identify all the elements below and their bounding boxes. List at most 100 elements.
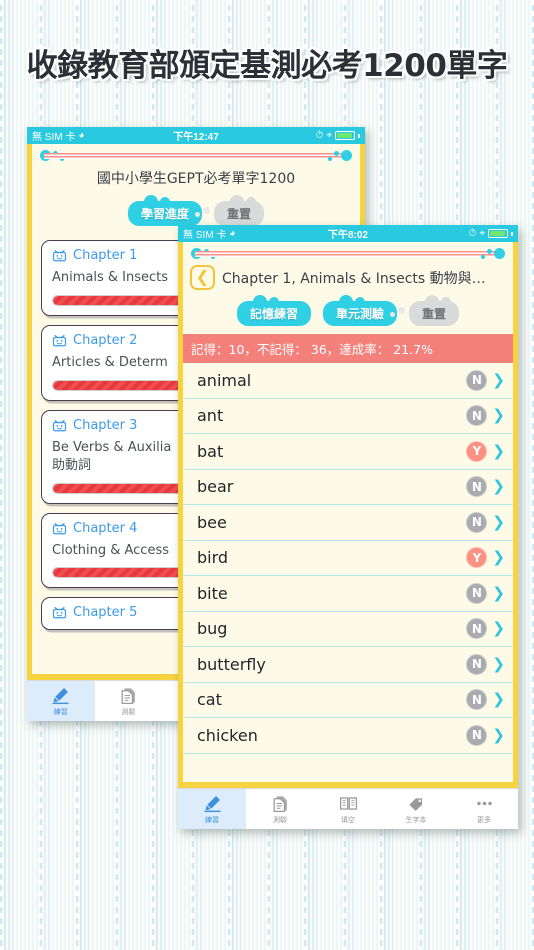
memorized-status-badge[interactable]: Y xyxy=(466,440,488,462)
memorized-status-badge[interactable]: N xyxy=(466,369,488,391)
tab-label: 練習 xyxy=(205,815,219,824)
word-row[interactable]: bear N ❯ xyxy=(183,470,513,505)
status-bar-left: 無 SIM 卡 ◕ 下午12:47 ⏱ ⌖ xyxy=(27,127,365,144)
tab-tag[interactable]: 生字本 xyxy=(382,789,450,829)
dot-icon xyxy=(328,157,332,161)
tab-pencil[interactable]: 練習 xyxy=(178,789,246,829)
navigation-row: ❮ Chapter 1, Animals & Insects 動物與… xyxy=(183,260,513,292)
word-text: animal xyxy=(197,370,252,390)
chapter-number: Chapter 5 xyxy=(73,605,138,621)
word-row[interactable]: ant N ❯ xyxy=(183,399,513,434)
book-icon xyxy=(339,796,357,810)
word-row[interactable]: butterfly N ❯ xyxy=(183,647,513,683)
word-row[interactable]: chicken N ❯ xyxy=(183,718,513,754)
status-bar-right: 無 SIM 卡 ◕ 下午8:02 ⏱ ⌖ xyxy=(178,225,518,242)
word-text: bug xyxy=(197,619,228,639)
tab-label: 更多 xyxy=(477,815,491,824)
memorized-status-badge[interactable]: N xyxy=(466,405,488,427)
status-summary: 記得：10，不記得： 36，達成率： 21.7% xyxy=(183,334,513,363)
word-row[interactable]: cat N ❯ xyxy=(183,683,513,718)
unit-test-button[interactable]: 單元測驗 xyxy=(322,295,397,326)
tab-label: 練習 xyxy=(53,707,68,716)
tv-icon xyxy=(52,607,67,619)
memorized-status-badge[interactable]: N xyxy=(466,724,488,746)
right-button-row: 記憶練習 單元測驗 重置 xyxy=(183,292,513,333)
screen-right: ❮ Chapter 1, Animals & Insects 動物與… 記憶練習… xyxy=(178,242,518,829)
word-text: bee xyxy=(197,512,227,532)
decorative-divider xyxy=(38,149,354,162)
chevron-right-icon[interactable]: ❯ xyxy=(492,479,505,494)
word-row[interactable]: bug N ❯ xyxy=(183,612,513,647)
chevron-right-icon[interactable]: ❯ xyxy=(492,657,505,672)
document-icon xyxy=(273,795,287,812)
memorized-status-badge[interactable]: N xyxy=(466,476,488,498)
reset-button-label: 重置 xyxy=(422,307,447,321)
tab-bar-right[interactable]: 練習 測驗 填空 生字本 更多 xyxy=(178,788,518,829)
dot-icon xyxy=(341,150,352,161)
chapter-number: Chapter 3 xyxy=(73,417,138,433)
word-text: ant xyxy=(197,406,224,426)
word-row[interactable]: bite N ❯ xyxy=(183,576,513,612)
reset-button[interactable]: 重置 xyxy=(390,295,460,326)
chevron-right-icon[interactable]: ❯ xyxy=(492,621,505,636)
app-title: 國中小學生GEPT必考單字1200 xyxy=(96,171,296,187)
chevron-right-icon[interactable]: ❯ xyxy=(492,515,505,530)
cloud-puff-icon xyxy=(195,212,200,217)
cloud-puff-icon xyxy=(398,307,405,314)
tab-more-dots[interactable]: 更多 xyxy=(450,789,518,829)
word-text: cat xyxy=(197,690,222,710)
memorized-status-badge[interactable]: Y xyxy=(466,547,488,569)
dot-icon xyxy=(334,151,339,156)
word-row[interactable]: bee N ❯ xyxy=(183,505,513,541)
memory-practice-button[interactable]: 記憶練習 xyxy=(236,295,311,326)
word-list[interactable]: animal N ❯ ant N ❯ bat Y ❯ bear N ❯ bee N ❯ bird Y ❯ bite N… xyxy=(183,363,513,782)
chevron-right-icon[interactable]: ❯ xyxy=(492,692,505,707)
tv-icon xyxy=(52,419,67,432)
learning-progress-button[interactable]: 學習進度 xyxy=(127,195,202,226)
reset-button-label: 重置 xyxy=(227,207,252,221)
cloud-puff-icon xyxy=(203,207,210,214)
tab-document[interactable]: 測驗 xyxy=(95,681,163,721)
pencil-icon xyxy=(52,687,69,704)
cloud-puff-icon xyxy=(390,312,395,317)
chevron-right-icon[interactable]: ❯ xyxy=(492,408,505,423)
chevron-right-icon[interactable]: ❯ xyxy=(492,444,505,459)
chapter-number: Chapter 1 xyxy=(73,248,138,263)
memorized-status-badge[interactable]: N xyxy=(466,511,488,533)
tab-book[interactable]: 填空 xyxy=(314,789,382,829)
word-row[interactable]: bat Y ❯ xyxy=(183,434,513,470)
word-text: bite xyxy=(197,583,228,603)
memorized-status-badge[interactable]: N xyxy=(466,582,488,604)
word-text: bird xyxy=(197,548,229,568)
reset-button[interactable]: 重置 xyxy=(195,195,265,226)
chevron-right-icon[interactable]: ❯ xyxy=(492,728,505,743)
tv-icon xyxy=(52,522,67,534)
memorized-status-badge[interactable]: N xyxy=(466,618,488,640)
tab-label: 填空 xyxy=(341,815,355,824)
tab-document[interactable]: 測驗 xyxy=(246,789,314,829)
dot-icon xyxy=(487,249,492,254)
word-row[interactable]: bird Y ❯ xyxy=(183,541,513,576)
tab-pencil[interactable]: 練習 xyxy=(27,681,95,721)
memorized-status-badge[interactable]: N xyxy=(466,689,488,711)
phone-screenshot-right: 無 SIM 卡 ◕ 下午8:02 ⏱ ⌖ ❮ Chapter 1, Animal… xyxy=(178,225,518,829)
tab-label: 生字本 xyxy=(405,815,427,824)
status-time: 下午12:47 xyxy=(173,132,219,143)
back-arrow-icon[interactable]: ❮ xyxy=(190,265,215,290)
chapter-number: Chapter 2 xyxy=(73,332,138,348)
dot-icon xyxy=(481,255,485,259)
battery-icon xyxy=(488,229,508,238)
tv-icon xyxy=(52,250,67,262)
tag-icon xyxy=(408,797,422,811)
more-dots-icon xyxy=(476,801,492,805)
memorized-status-badge[interactable]: N xyxy=(466,653,488,675)
chevron-right-icon[interactable]: ❯ xyxy=(492,550,505,565)
chevron-right-icon[interactable]: ❯ xyxy=(492,586,505,601)
decorative-divider xyxy=(189,247,507,260)
word-row[interactable]: animal N ❯ xyxy=(183,363,513,399)
word-text: butterfly xyxy=(197,654,266,674)
chapter-number: Chapter 4 xyxy=(73,520,138,536)
chapter-title: Chapter 1, Animals & Insects 動物與… xyxy=(222,270,486,287)
dot-icon xyxy=(494,248,505,259)
chevron-right-icon[interactable]: ❯ xyxy=(492,373,505,388)
